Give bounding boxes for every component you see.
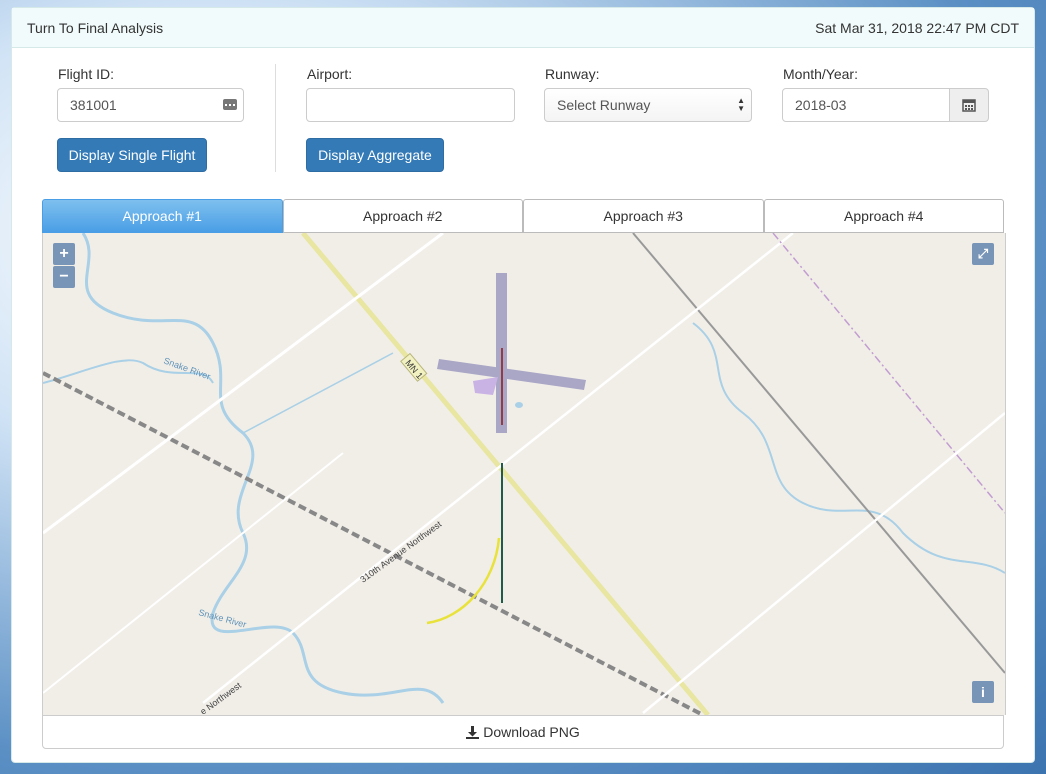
map-canvas[interactable]: Snake River Snake River 310th Avenue Nor…: [43, 233, 1005, 715]
map-label-river-1: Snake River: [162, 355, 211, 381]
calendar-icon: [962, 99, 976, 112]
zoom-in-button[interactable]: +: [53, 243, 75, 265]
select-arrows-icon: ▲ ▼: [737, 96, 745, 113]
pond: [515, 402, 523, 408]
display-single-flight-button[interactable]: Display Single Flight: [57, 138, 207, 172]
zoom-out-button[interactable]: −: [53, 266, 75, 288]
map-label-road-2: e Northwest: [198, 680, 243, 715]
runway-selected: Select Runway: [557, 97, 651, 113]
apron: [473, 377, 498, 395]
form-divider: [275, 64, 276, 172]
calendar-button[interactable]: [949, 88, 989, 122]
download-icon: [466, 725, 480, 739]
runway-ew: [437, 359, 586, 390]
airport-label: Airport:: [307, 66, 353, 82]
month-year-input[interactable]: 2018-03: [782, 88, 950, 122]
flight-id-label: Flight ID:: [58, 66, 115, 82]
boundary: [772, 233, 1005, 514]
fullscreen-button[interactable]: ⤢: [972, 243, 994, 265]
analysis-panel: Turn To Final Analysis Sat Mar 31, 2018 …: [11, 7, 1035, 763]
railway: [43, 371, 704, 715]
tab-approach-1[interactable]: Approach #1: [42, 199, 283, 233]
approach-map[interactable]: Snake River Snake River 310th Avenue Nor…: [42, 233, 1006, 715]
approach-tabs: Approach #1 Approach #2 Approach #3 Appr…: [42, 199, 1004, 233]
month-year-label: Month/Year:: [783, 66, 858, 82]
tab-approach-4[interactable]: Approach #4: [763, 199, 1004, 233]
road: [632, 233, 1005, 674]
flight-id-input[interactable]: 381001: [57, 88, 244, 122]
runway-label: Runway:: [545, 66, 600, 82]
page-title: Turn To Final Analysis: [27, 19, 164, 36]
tab-approach-3[interactable]: Approach #3: [523, 199, 764, 233]
flight-id-value: 381001: [70, 97, 117, 113]
airport-input[interactable]: [306, 88, 515, 122]
river: [81, 233, 445, 704]
attribution-button[interactable]: i: [972, 681, 994, 703]
fullscreen-icon: ⤢: [977, 246, 989, 261]
panel-heading: Turn To Final Analysis Sat Mar 31, 2018 …: [12, 8, 1034, 48]
runway-select[interactable]: Select Runway ▲ ▼: [544, 88, 752, 122]
tab-approach-2[interactable]: Approach #2: [282, 199, 523, 233]
display-aggregate-button[interactable]: Display Aggregate: [306, 138, 444, 172]
datetime-display: Sat Mar 31, 2018 22:47 PM CDT: [815, 19, 1019, 36]
download-label: Download PNG: [483, 724, 580, 740]
month-year-value: 2018-03: [795, 97, 847, 113]
ellipsis-icon[interactable]: [223, 99, 237, 110]
map-label-river-2: Snake River: [197, 607, 247, 629]
flight-track-turn: [426, 537, 501, 625]
road: [43, 452, 344, 694]
download-png-button[interactable]: Download PNG: [42, 715, 1004, 749]
